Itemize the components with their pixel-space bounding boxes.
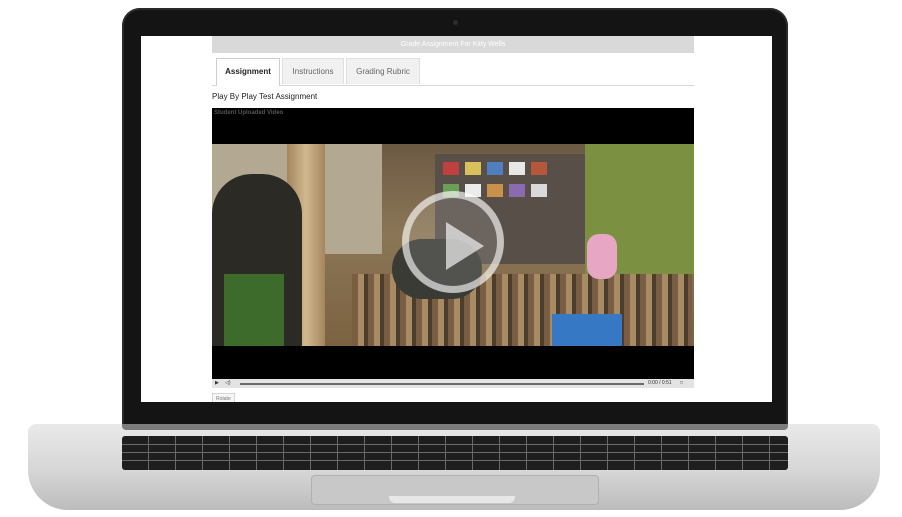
- board-card: [531, 184, 547, 197]
- board-card: [509, 184, 525, 197]
- board-card: [487, 184, 503, 197]
- keyboard-row: [122, 452, 788, 453]
- keyboard: [122, 436, 788, 470]
- keyboard-row: [122, 460, 788, 461]
- board-card: [487, 162, 503, 175]
- screen: Grade Assignment For Kitty Wells Assignm…: [141, 36, 772, 402]
- assignment-title: Play By Play Test Assignment: [212, 92, 318, 101]
- tab-grading-rubric[interactable]: Grading Rubric: [346, 58, 420, 84]
- tab-instructions[interactable]: Instructions: [282, 58, 344, 84]
- play-button[interactable]: [402, 191, 504, 293]
- webcam: [453, 20, 458, 25]
- blue-bin: [552, 314, 622, 346]
- fullscreen-icon[interactable]: □: [680, 379, 683, 388]
- child-in-pink: [587, 234, 617, 279]
- board-card: [509, 162, 525, 175]
- child-foreground: [212, 174, 302, 346]
- lid-notch: [389, 496, 515, 503]
- tab-bar: Assignment Instructions Grading Rubric: [212, 58, 694, 86]
- board-card: [531, 162, 547, 175]
- page-title: Grade Assignment For Kitty Wells: [212, 36, 694, 53]
- time-display: 0:00 / 0:51: [648, 380, 672, 386]
- video-controls: ▶ ◁) 0:00 / 0:51 □: [212, 379, 694, 388]
- progress-bar[interactable]: [240, 383, 644, 385]
- play-icon[interactable]: ▶: [215, 379, 219, 388]
- video-player[interactable]: Student Uploaded Video: [212, 108, 694, 379]
- tab-assignment[interactable]: Assignment: [216, 58, 280, 86]
- volume-icon[interactable]: ◁): [225, 379, 231, 388]
- keyboard-row: [122, 444, 788, 445]
- board-card: [465, 162, 481, 175]
- laptop-hinge: [122, 424, 788, 430]
- child-jacket: [224, 274, 284, 346]
- play-icon: [446, 222, 484, 270]
- video-label: Student Uploaded Video: [214, 110, 284, 116]
- board-card: [443, 162, 459, 175]
- rotate-button[interactable]: Rotate: [212, 393, 235, 402]
